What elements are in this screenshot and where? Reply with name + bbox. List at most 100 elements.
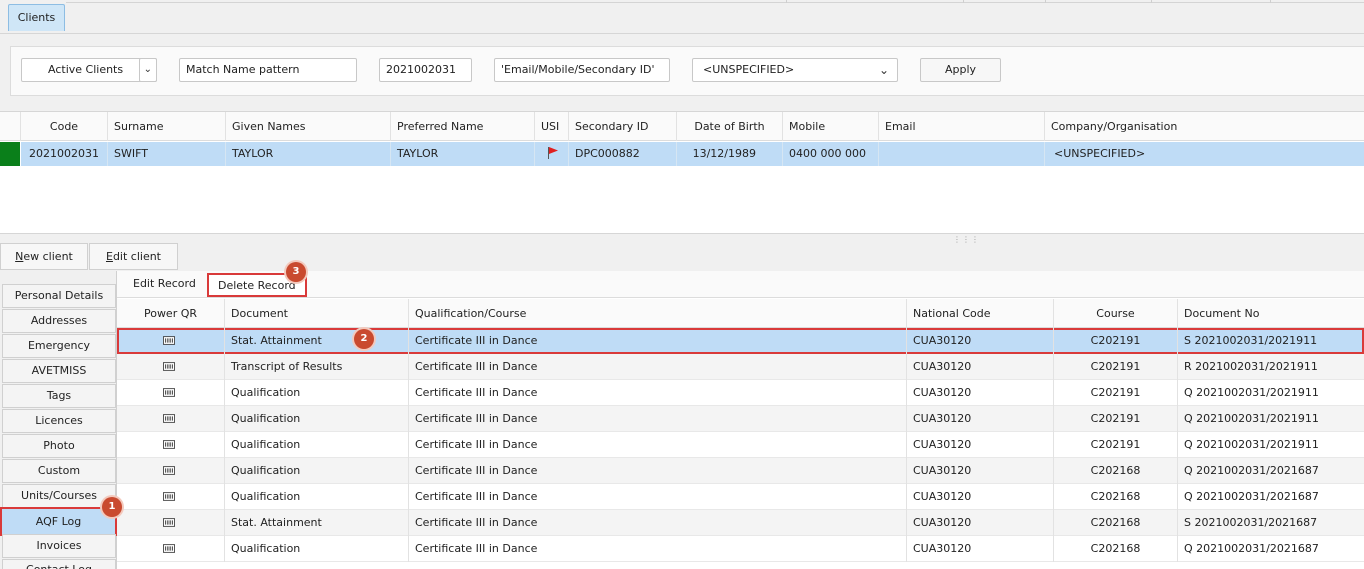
row-national-code: CUA30120 [907,328,1054,354]
col-code[interactable]: Code [21,112,108,141]
nav-units-courses[interactable]: Units/Courses [2,484,116,508]
row-document-no: Q 2021002031/2021911 [1184,386,1319,399]
splitter-grip-icon[interactable]: ⋮⋮⋮ [953,235,980,244]
new-client-label: ew client [23,250,73,263]
row-national-code: CUA30120 [907,484,1054,510]
table-row[interactable]: Qualification Certificate III in Dance CUA… [117,432,1364,458]
aqf-grid-header: Power QR Document Qualification/Course N… [117,299,1364,328]
nav-licences[interactable]: Licences [2,409,116,433]
barcode-icon [163,336,175,345]
name-pattern-input[interactable]: Match Name pattern [179,58,357,82]
row-document: Qualification [225,380,409,406]
new-client-button[interactable]: New client [0,243,88,270]
table-row[interactable]: Qualification Certificate III in Dance CUA… [117,458,1364,484]
row-qualification: Certificate III in Dance [409,432,907,458]
col-secondary-id[interactable]: Secondary ID [569,112,677,141]
edit-record-button[interactable]: Edit Record [124,273,205,297]
table-row[interactable]: Qualification Certificate III in Dance CUA… [117,536,1364,562]
row-document: Stat. Attainment [225,328,409,354]
row-document-no: S 2021002031/2021911 [1184,334,1318,347]
table-row[interactable]: Transcript of Results Certificate III in … [117,354,1364,380]
status-filter-dropdown[interactable]: ⌄ [139,58,157,82]
name-pattern-value: Match Name pattern [186,63,300,76]
row-document-no: Q 2021002031/2021687 [1184,464,1319,477]
client-company: <UNSPECIFIED> [1054,147,1146,160]
row-course: C202168 [1054,536,1178,562]
row-power-qr[interactable] [117,484,225,510]
selected-row-indicator [0,142,20,166]
row-document: Qualification [225,406,409,432]
row-power-qr[interactable] [117,432,225,458]
row-power-qr[interactable] [117,328,225,354]
row-document-no: Q 2021002031/2021687 [1184,490,1319,503]
nav-avetmiss[interactable]: AVETMISS [2,359,116,383]
table-row[interactable]: Qualification Certificate III in Dance CUA… [117,380,1364,406]
table-row[interactable]: Qualification Certificate III in Dance CUA… [117,406,1364,432]
client-given-names: TAYLOR [226,142,391,166]
col-company[interactable]: Company/Organisation [1045,112,1364,141]
nav-addresses[interactable]: Addresses [2,309,116,333]
col-national-code[interactable]: National Code [907,299,1054,328]
row-power-qr[interactable] [117,406,225,432]
status-filter-value: Active Clients [48,63,124,76]
col-given-names[interactable]: Given Names [226,112,391,141]
nav-custom[interactable]: Custom [2,459,116,483]
row-document: Qualification [225,432,409,458]
row-document: Qualification [225,484,409,510]
table-row[interactable]: Stat. Attainment Certificate III in Dance… [117,510,1364,536]
nav-personal-details[interactable]: Personal Details [2,284,116,308]
panel-splitter[interactable] [0,234,1364,242]
tab-strip-tick [1270,0,1271,3]
nav-photo[interactable]: Photo [2,434,116,458]
nav-contact-log[interactable]: Contact Log [2,559,116,569]
table-row[interactable]: Stat. Attainment Certificate III in Dance… [117,328,1364,354]
edit-client-button[interactable]: Edit client [89,243,178,270]
row-qualification: Certificate III in Dance [409,484,907,510]
edit-client-label: dit client [112,250,161,263]
code-input[interactable]: 2021002031 [379,58,472,82]
row-power-qr[interactable] [117,380,225,406]
col-usi[interactable]: USI [535,112,569,141]
col-document[interactable]: Document [225,299,409,328]
col-email[interactable]: Email [879,112,1045,141]
aqf-log-panel: Edit Record Delete Record Power QR Docum… [117,271,1364,569]
col-mobile[interactable]: Mobile [783,112,879,141]
row-course: C202191 [1054,406,1178,432]
barcode-icon [163,544,175,553]
nav-invoices[interactable]: Invoices [2,534,116,558]
chevron-down-icon: ⌄ [143,64,152,75]
row-power-qr[interactable] [117,510,225,536]
barcode-icon [163,518,175,527]
status-filter-select[interactable]: Active Clients [21,58,157,82]
nav-aqf-log[interactable]: AQF Log [0,507,117,536]
row-qualification: Certificate III in Dance [409,510,907,536]
row-qualification: Certificate III in Dance [409,406,907,432]
col-surname[interactable]: Surname [108,112,226,141]
row-power-qr[interactable] [117,458,225,484]
col-power-qr[interactable]: Power QR [117,299,225,328]
row-power-qr[interactable] [117,536,225,562]
organisation-select[interactable]: <UNSPECIFIED> ⌄ [692,58,898,82]
tab-clients[interactable]: Clients [8,4,65,31]
col-document-no[interactable]: Document No [1178,299,1364,328]
barcode-icon [163,466,175,475]
barcode-icon [163,362,175,371]
nav-emergency-contacts[interactable]: Emergency Contacts [2,334,116,374]
email-input[interactable]: 'Email/Mobile/Secondary ID' [494,58,670,82]
col-preferred-name[interactable]: Preferred Name [391,112,535,141]
apply-button[interactable]: Apply [920,58,1001,82]
client-detail-nav: Personal Details Addresses Emergency Con… [0,271,117,569]
table-row[interactable]: 2021002031 SWIFT TAYLOR TAYLOR DPC000882… [21,142,1364,166]
col-date-of-birth[interactable]: Date of Birth [677,112,783,141]
col-qualification[interactable]: Qualification/Course [409,299,907,328]
nav-tags[interactable]: Tags [2,384,116,408]
table-row[interactable]: Qualification Certificate III in Dance CUA… [117,484,1364,510]
col-course[interactable]: Course [1054,299,1178,328]
row-qualification: Certificate III in Dance [409,536,907,562]
barcode-icon [163,388,175,397]
flag-icon [548,147,558,159]
row-national-code: CUA30120 [907,458,1054,484]
row-document-no: Q 2021002031/2021911 [1184,438,1319,451]
email-value: 'Email/Mobile/Secondary ID' [501,63,655,76]
row-power-qr[interactable] [117,354,225,380]
